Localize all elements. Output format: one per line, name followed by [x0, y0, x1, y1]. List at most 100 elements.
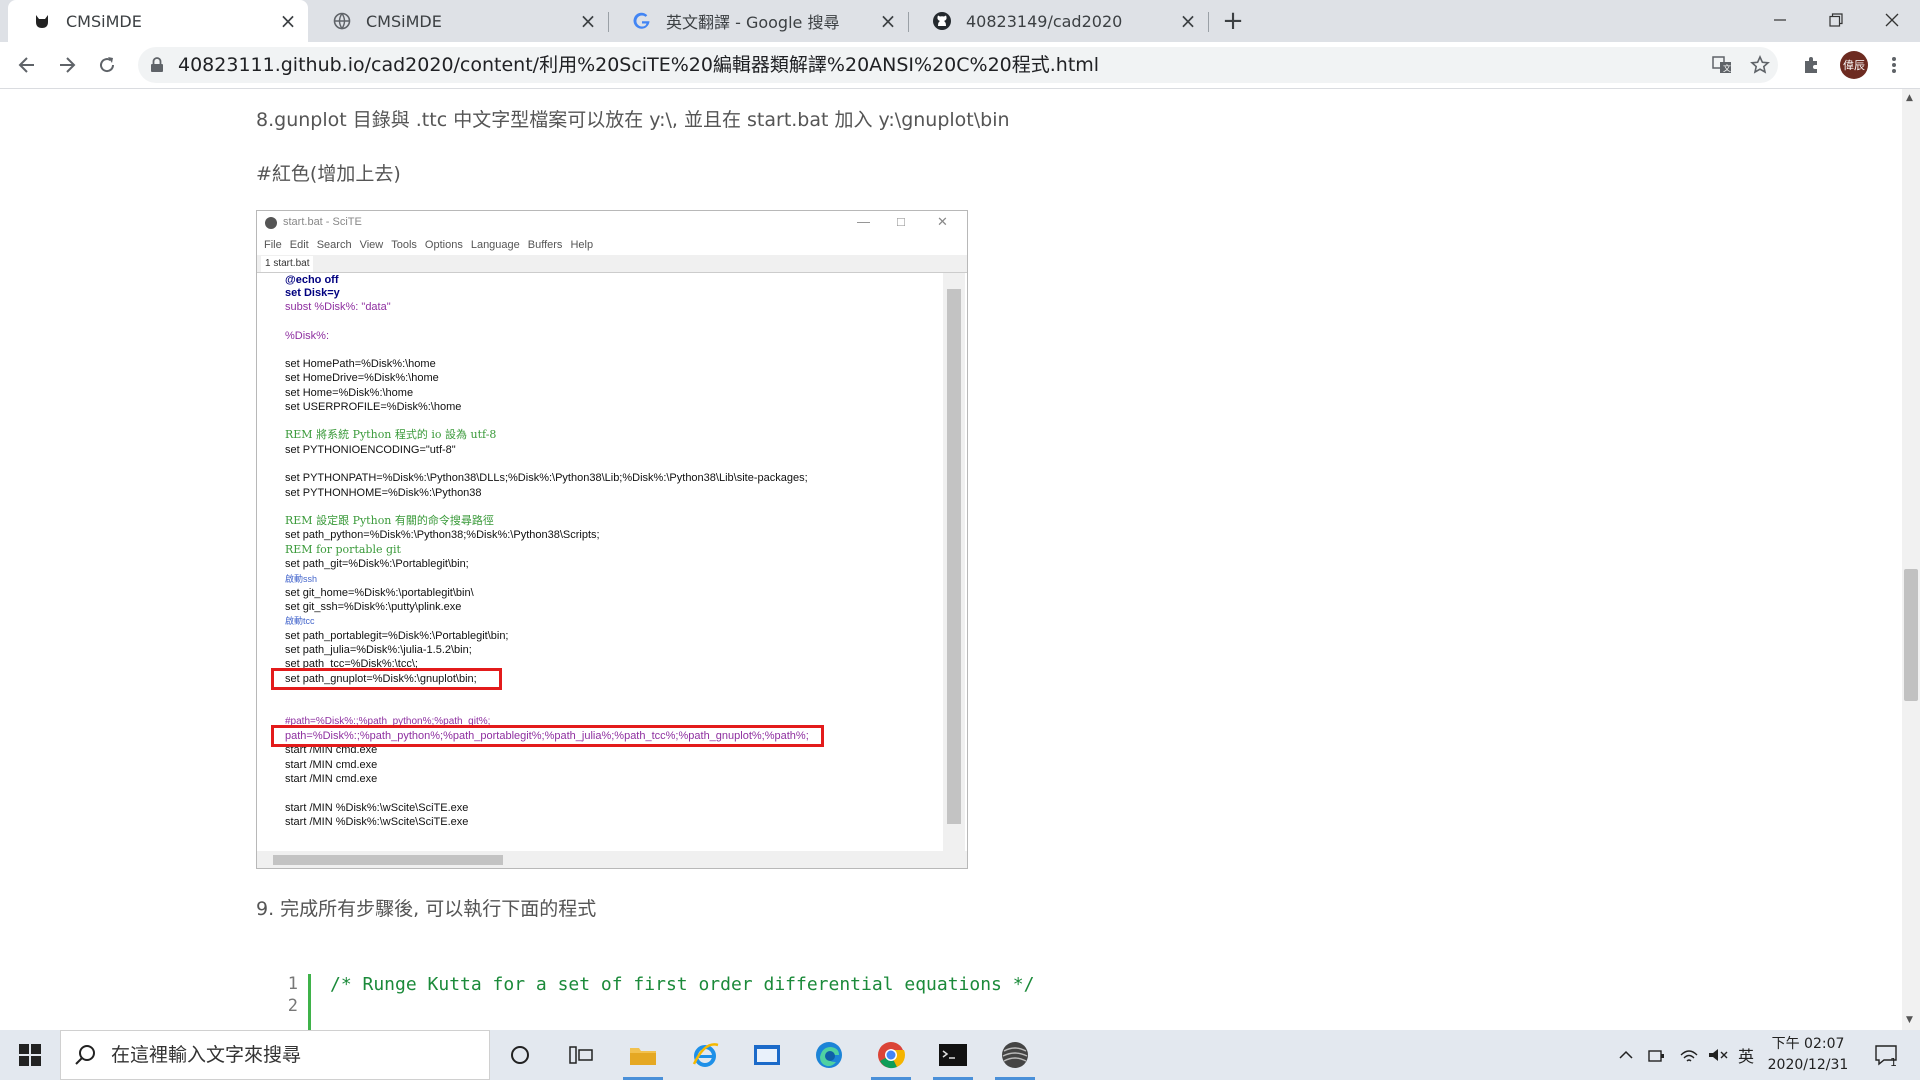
scite-code-area: @echo off set Disk=y subst %Disk%: "data…: [257, 273, 943, 865]
url-text[interactable]: 40823111.github.io/cad2020/content/利用%20…: [178, 47, 1099, 83]
reload-button[interactable]: [91, 49, 123, 81]
close-icon: ✕: [937, 214, 948, 229]
scroll-up-icon[interactable]: ▲: [1906, 93, 1913, 103]
google-icon: [632, 11, 652, 31]
code-line: set git_home=%Disk%:\portablegit\bin\: [285, 587, 474, 599]
lock-icon[interactable]: [150, 57, 164, 77]
clock-date: 2020/12/31: [1767, 1057, 1849, 1073]
close-icon[interactable]: ×: [576, 9, 600, 33]
tab-title: 英文翻譯 - Google 搜尋: [666, 13, 840, 32]
code-line: set path_python=%Disk%:\Python38;%Disk%:…: [285, 529, 600, 541]
code-line: set PYTHONIOENCODING="utf-8": [285, 444, 456, 456]
scite-hscroll-thumb: [273, 855, 503, 865]
highlight-box-path: [271, 725, 824, 747]
search-placeholder[interactable]: 在這裡輸入文字來搜尋: [111, 1031, 301, 1079]
code-line: start /MIN %Disk%:\wScite\SciTE.exe: [285, 816, 469, 828]
globe-icon: [332, 11, 352, 31]
line-number: 2: [287, 996, 298, 1016]
extensions-icon[interactable]: [1796, 49, 1828, 81]
code-line: set Home=%Disk%:\home: [285, 387, 414, 399]
back-button[interactable]: [11, 49, 43, 81]
ime-indicator[interactable]: 英: [1734, 1030, 1758, 1080]
github-icon: [932, 11, 952, 31]
close-icon[interactable]: ×: [876, 9, 900, 33]
code-comment-line: REM 設定跟 Python 有關的命令搜尋路徑: [285, 514, 494, 527]
step8-paragraph: 8.gunplot 目錄與 .ttc 中文字型檔案可以放在 y:\, 並且在 s…: [256, 109, 1010, 131]
notification-center-icon[interactable]: 1: [1866, 1030, 1906, 1080]
scite-logo-icon: [265, 217, 277, 229]
chrome-icon[interactable]: [865, 1030, 917, 1080]
battery-icon[interactable]: [1645, 1030, 1669, 1080]
code-line: start /MIN cmd.exe: [285, 759, 378, 771]
scite-menu-tools: Tools: [391, 239, 417, 251]
highlight-box-gnuplot: [271, 668, 502, 690]
tab-cmsimde[interactable]: CMSiMDE ×: [308, 0, 608, 42]
red-note-paragraph: #紅色(增加上去): [256, 163, 401, 185]
close-icon[interactable]: ×: [1176, 9, 1200, 33]
close-window-button[interactable]: [1864, 0, 1920, 40]
scite-menu-search: Search: [316, 239, 352, 251]
scite-menu-language: Language: [470, 239, 520, 251]
notification-badge: 1: [1890, 1056, 1897, 1069]
scite-scroll-thumb: [947, 289, 961, 824]
svg-text:文: 文: [1723, 63, 1731, 73]
wifi-icon[interactable]: [1677, 1030, 1701, 1080]
scite-file-tab: 1 start.bat: [261, 256, 314, 272]
minimize-button[interactable]: [1752, 0, 1808, 40]
scite-menu-view: View: [359, 239, 384, 251]
scite-vertical-scrollbar: [943, 273, 965, 851]
close-icon[interactable]: ×: [276, 9, 300, 33]
page-scrollbar[interactable]: ▲ ▼: [1902, 89, 1920, 1030]
code-line: set path_git=%Disk%:\Portablegit\bin;: [285, 558, 469, 570]
cat-icon: [32, 11, 52, 31]
search-icon: [75, 1044, 97, 1070]
scite-app-icon[interactable]: [989, 1030, 1041, 1080]
scroll-down-icon[interactable]: ▼: [1906, 1015, 1913, 1025]
code-label-line: 啟動tcc: [285, 616, 315, 626]
scite-menubar: File Edit Search View Tools Options Lang…: [257, 235, 967, 255]
code-comment-line: REM 將系統 Python 程式的 io 設為 utf-8: [285, 428, 497, 441]
code-line: set PYTHONPATH=%Disk%:\Python38\DLLs;%Di…: [285, 472, 808, 484]
forward-button[interactable]: [51, 49, 83, 81]
new-tab-button[interactable]: +: [1219, 6, 1247, 36]
code-line: subst %Disk%: "data": [285, 301, 391, 313]
internet-explorer-icon[interactable]: [679, 1030, 731, 1080]
scite-horizontal-scrollbar: [257, 851, 967, 868]
scite-tabbar: 1 start.bat: [257, 255, 967, 273]
code-block: 1 2 /* Runge Kutta for a set of first or…: [256, 974, 1156, 1030]
windows-start-button[interactable]: [0, 1030, 60, 1080]
code-line: set HomePath=%Disk%:\home: [285, 358, 436, 370]
tab-google-search[interactable]: 英文翻譯 - Google 搜尋 ×: [608, 0, 908, 42]
taskbar-search-box[interactable]: 在這裡輸入文字來搜尋: [60, 1030, 490, 1080]
edge-icon[interactable]: [803, 1030, 855, 1080]
profile-avatar[interactable]: 偉辰: [1840, 51, 1868, 79]
cortana-icon[interactable]: [494, 1030, 546, 1080]
scite-menu-file: File: [264, 239, 282, 251]
translate-icon[interactable]: 文: [1710, 53, 1734, 77]
volume-muted-icon[interactable]: [1705, 1030, 1731, 1080]
tab-strip: CMSiMDE × CMSiMDE × 英文翻譯 - Google 搜尋 × 4…: [0, 0, 1920, 42]
chevron-up-icon[interactable]: [1614, 1030, 1638, 1080]
menu-kebab-icon[interactable]: [1878, 49, 1910, 81]
address-bar[interactable]: 40823111.github.io/cad2020/content/利用%20…: [138, 47, 1778, 83]
code-line: set PYTHONHOME=%Disk%:\Python38: [285, 487, 482, 499]
task-view-icon[interactable]: [555, 1030, 607, 1080]
file-explorer-icon[interactable]: [617, 1030, 669, 1080]
app-window-icon[interactable]: [741, 1030, 793, 1080]
restore-button[interactable]: [1808, 0, 1864, 40]
scite-menu-help: Help: [570, 239, 594, 251]
code-line: set USERPROFILE=%Disk%:\home: [285, 401, 462, 413]
clock[interactable]: 下午 02:07 2020/12/31: [1758, 1034, 1858, 1076]
tab-title: 40823149/cad2020: [966, 11, 1123, 31]
terminal-icon[interactable]: [927, 1030, 979, 1080]
code-label-line: 啟動ssh: [285, 574, 318, 584]
scite-titlebar: start.bat - SciTE — □ ✕: [257, 211, 967, 235]
tab-github[interactable]: 40823149/cad2020 ×: [908, 0, 1208, 42]
scite-menu-edit: Edit: [289, 239, 309, 251]
tab-cmsimde-active[interactable]: CMSiMDE ×: [8, 0, 308, 42]
code-line: set git_ssh=%Disk%:\putty\plink.exe: [285, 601, 462, 613]
page-scroll-thumb[interactable]: [1904, 569, 1918, 701]
browser-toolbar: 40823111.github.io/cad2020/content/利用%20…: [0, 42, 1920, 89]
bookmark-star-icon[interactable]: [1748, 53, 1772, 77]
code-line: set path_julia=%Disk%:\julia-1.5.2\bin;: [285, 644, 472, 656]
